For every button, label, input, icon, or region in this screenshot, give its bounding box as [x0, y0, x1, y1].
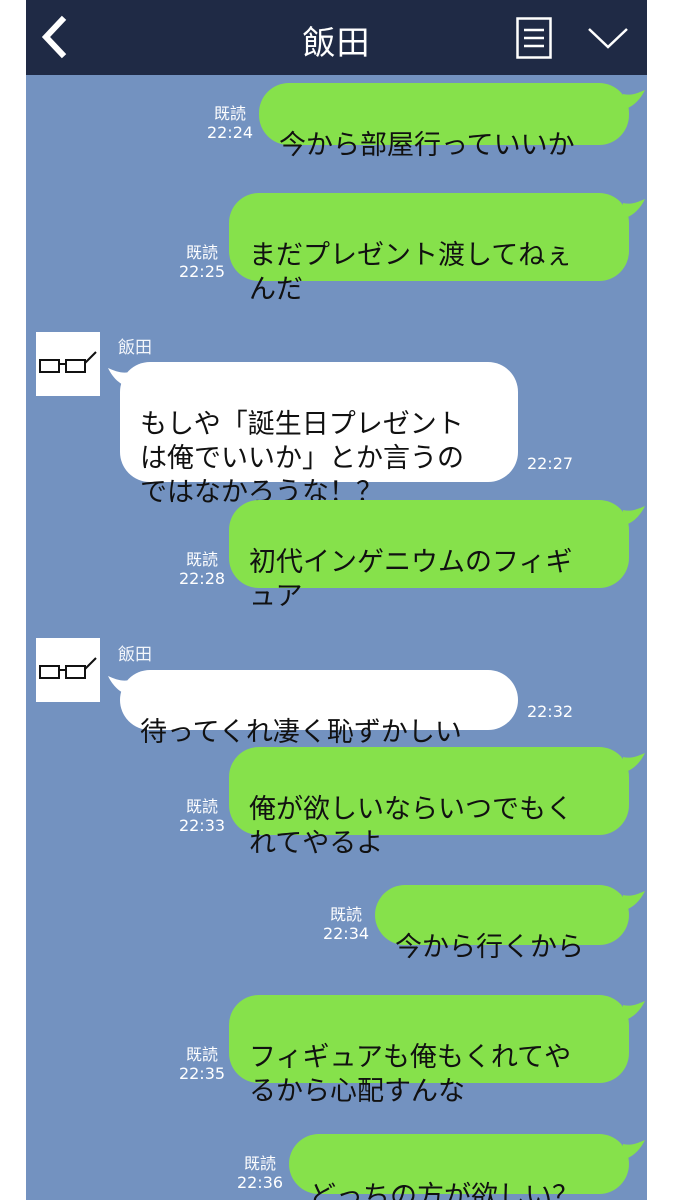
read-receipt: 既読	[329, 905, 362, 924]
read-receipt: 既読	[185, 550, 218, 569]
message-bubble-incoming[interactable]: 待ってくれ凄く恥ずかしい	[120, 670, 518, 748]
menu-button[interactable]	[516, 17, 552, 59]
message-text: もしや「誕生日プレゼント は俺でいいか」とか言うの ではなかろうな！？	[140, 409, 464, 508]
bubble-tail	[623, 90, 645, 110]
glasses-icon	[39, 351, 97, 373]
bubble-tail	[623, 753, 645, 773]
bubble-tail	[623, 199, 645, 219]
message-bubble-outgoing[interactable]: どっちの方が欲しい？	[289, 1134, 629, 1200]
message-meta: 既読 22:34	[322, 905, 370, 943]
message-bubble-outgoing[interactable]: 今から行くから	[375, 885, 629, 963]
menu-list-icon	[516, 17, 552, 59]
message-time: 22:28	[178, 569, 226, 588]
message-text: 今から行くから	[395, 932, 584, 963]
bubble-tail	[623, 891, 645, 911]
collapse-button[interactable]	[586, 24, 630, 52]
message-meta: 既読 22:24	[206, 104, 254, 142]
chat-header: 飯田	[26, 0, 647, 75]
message-time: 22:36	[236, 1173, 284, 1192]
message-time: 22:32	[526, 702, 574, 721]
glasses-icon	[39, 657, 97, 679]
message-meta: 既読 22:25	[178, 243, 226, 281]
sender-name: 飯田	[118, 645, 152, 665]
message-bubble-outgoing[interactable]: フィギュアも俺もくれてや るから心配すんな	[229, 995, 629, 1107]
message-bubble-outgoing[interactable]: 今から部屋行っていいか	[259, 83, 629, 161]
message-text: 今から部屋行っていいか	[279, 130, 575, 161]
message-time: 22:34	[322, 924, 370, 943]
message-time: 22:25	[178, 262, 226, 281]
read-receipt: 既読	[185, 243, 218, 262]
message-meta: 既読 22:28	[178, 550, 226, 588]
bubble-tail	[623, 506, 645, 526]
message-meta: 既読 22:36	[236, 1154, 284, 1192]
sender-avatar[interactable]	[36, 638, 100, 702]
message-time: 22:27	[526, 454, 574, 473]
read-receipt: 既読	[213, 104, 246, 123]
sender-avatar[interactable]	[36, 332, 100, 396]
message-text: フィギュアも俺もくれてや るから心配すんな	[249, 1042, 572, 1107]
message-time: 22:33	[178, 816, 226, 835]
read-receipt: 既読	[185, 797, 218, 816]
chevron-down-icon	[588, 28, 628, 49]
message-text: まだプレゼント渡してねぇ んだ	[249, 240, 573, 305]
message-text: 待ってくれ凄く恥ずかしい	[140, 717, 462, 748]
read-receipt: 既読	[243, 1154, 276, 1173]
message-bubble-outgoing[interactable]: まだプレゼント渡してねぇ んだ	[229, 193, 629, 305]
message-text: 俺が欲しいならいつでもく れてやるよ	[249, 794, 573, 859]
chat-title: 飯田	[302, 23, 371, 62]
message-bubble-outgoing[interactable]: 初代インゲニウムのフィギ ュア	[229, 500, 629, 612]
read-receipt: 既読	[185, 1045, 218, 1064]
message-time: 22:24	[206, 123, 254, 142]
chat-screen: 飯田 既読 22:24 今から部屋行っていいか 既読 22:25 まだプレゼント	[26, 0, 647, 1200]
bubble-tail	[623, 1140, 645, 1160]
message-text: 初代インゲニウムのフィギ ュア	[249, 547, 573, 612]
sender-name: 飯田	[118, 338, 152, 358]
message-meta: 既読 22:35	[178, 1045, 226, 1083]
message-text: どっちの方が欲しい？	[309, 1181, 579, 1200]
message-meta: 既読 22:33	[178, 797, 226, 835]
message-bubble-incoming[interactable]: もしや「誕生日プレゼント は俺でいいか」とか言うの ではなかろうな！？	[120, 362, 518, 508]
message-time: 22:35	[178, 1064, 226, 1083]
message-bubble-outgoing[interactable]: 俺が欲しいならいつでもく れてやるよ	[229, 747, 629, 859]
bubble-tail	[623, 1001, 645, 1021]
